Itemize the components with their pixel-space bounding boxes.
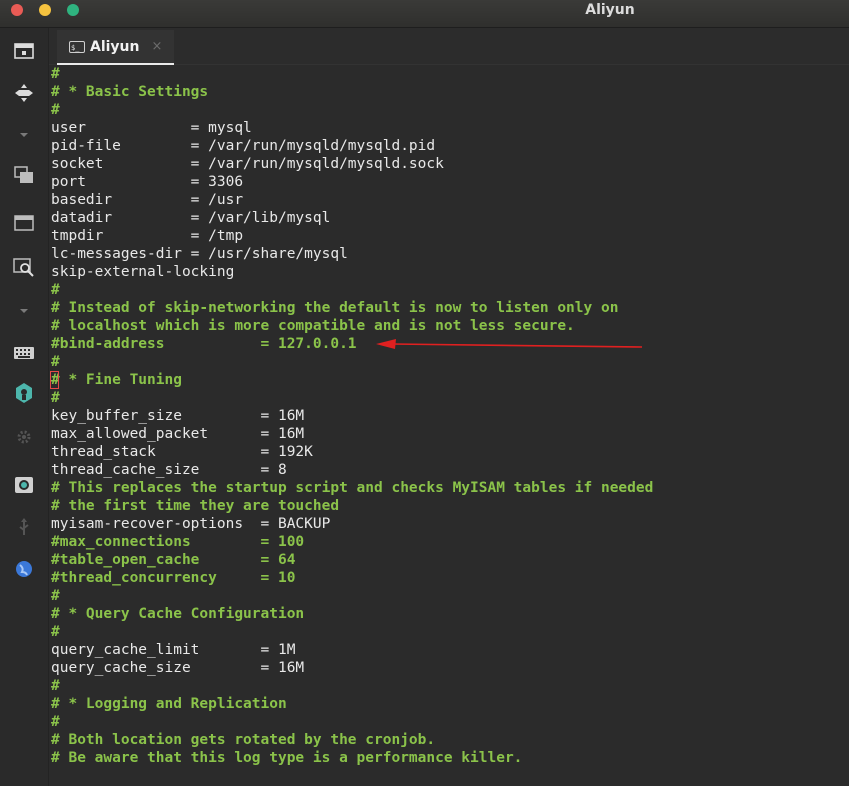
move-icon[interactable]: [12, 82, 36, 104]
config-line: lc-messages-dir = /usr/share/mysql: [51, 246, 348, 262]
window-icon[interactable]: [12, 212, 36, 234]
comment-line: #: [51, 588, 60, 604]
comment-line: # * Query Cache Configuration: [51, 606, 305, 622]
config-line: max_allowed_packet = 16M: [51, 426, 305, 442]
gear-icon[interactable]: [12, 426, 36, 448]
close-tab-icon[interactable]: ×: [152, 39, 163, 54]
comment-line: #: [51, 282, 60, 298]
terminal-window-icon[interactable]: [12, 40, 36, 62]
config-line: datadir = /var/lib/mysql: [51, 210, 331, 226]
comment-line: #: [51, 624, 60, 640]
terminal-cursor: [50, 371, 59, 389]
globe-icon[interactable]: [12, 558, 36, 580]
keyboard-icon[interactable]: [12, 342, 36, 364]
terminal-output[interactable]: # # * Basic Settings # user = mysql pid-file…: [49, 65, 849, 786]
window-title: Aliyun: [585, 2, 635, 18]
tab-aliyun[interactable]: $_ Aliyun ×: [57, 30, 174, 65]
comment-line: #: [51, 102, 60, 118]
config-line: tmpdir = /tmp: [51, 228, 244, 244]
comment-line: # Be aware that this log type is a perfo…: [51, 750, 523, 766]
config-line: query_cache_size = 16M: [51, 660, 305, 676]
title-bar: Aliyun: [0, 0, 849, 28]
comment-line: # Instead of skip-networking the default…: [51, 300, 619, 316]
config-line: myisam-recover-options = BACKUP: [51, 516, 331, 532]
camera-icon[interactable]: [12, 474, 36, 496]
comment-line: # * Fine Tuning: [51, 372, 182, 388]
comment-line: # localhost which is more compatible and…: [51, 318, 575, 334]
config-line: socket = /var/run/mysqld/mysqld.sock: [51, 156, 444, 172]
config-line: key_buffer_size = 16M: [51, 408, 305, 424]
comment-line: #: [51, 354, 60, 370]
config-line: user = mysql: [51, 120, 252, 136]
chevron-down-icon[interactable]: [12, 300, 36, 322]
comment-line: # * Basic Settings: [51, 84, 209, 100]
comment-line: # Both location gets rotated by the cron…: [51, 732, 436, 748]
comment-line: # the first time they are touched: [51, 498, 340, 514]
comment-line: #: [51, 714, 60, 730]
windows-icon[interactable]: [12, 164, 36, 186]
sidebar: [0, 28, 49, 786]
comment-line: # This replaces the startup script and c…: [51, 480, 654, 496]
config-line: query_cache_limit = 1M: [51, 642, 296, 658]
config-line: thread_stack = 192K: [51, 444, 313, 460]
comment-line: # * Logging and Replication: [51, 696, 287, 712]
tab-bar: $_ Aliyun ×: [49, 28, 849, 65]
terminal-icon: $_: [69, 40, 85, 53]
comment-line: #thread_concurrency = 10: [51, 570, 296, 586]
comment-line: #: [51, 66, 60, 82]
config-line: pid-file = /var/run/mysqld/mysqld.pid: [51, 138, 436, 154]
config-line: skip-external-locking: [51, 264, 235, 280]
comment-line: #: [51, 390, 60, 406]
config-line: basedir = /usr: [51, 192, 244, 208]
config-line: thread_cache_size = 8: [51, 462, 287, 478]
chevron-down-icon[interactable]: [12, 124, 36, 146]
search-window-icon[interactable]: [12, 256, 36, 278]
usb-icon[interactable]: [12, 516, 36, 538]
comment-line: #bind-address = 127.0.0.1: [51, 336, 357, 352]
comment-line: #max_connections = 100: [51, 534, 305, 550]
comment-line: #table_open_cache = 64: [51, 552, 296, 568]
config-line: port = 3306: [51, 174, 244, 190]
tab-label: Aliyun: [90, 38, 140, 55]
robot-icon[interactable]: [12, 382, 36, 404]
comment-line: #: [51, 678, 60, 694]
